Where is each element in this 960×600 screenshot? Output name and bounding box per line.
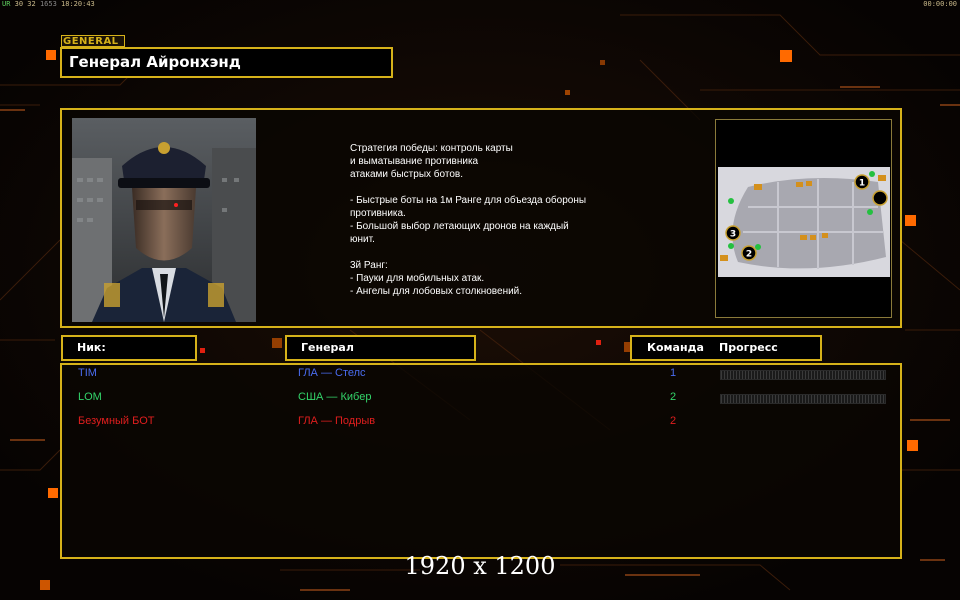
frame-readout: 1653: [39, 0, 57, 8]
clock-readout: 18:20:43: [61, 0, 95, 8]
status-bar: UR 30 32 1653 18:20:43: [2, 0, 95, 8]
player-progress-bar: [720, 370, 886, 380]
player-nick: LOM: [78, 391, 102, 403]
player-row: Безумный БОТ ГЛА — Подрыв 2: [0, 415, 960, 429]
minimap-image: 1 2 3: [718, 167, 890, 277]
player-nick: TIM: [78, 367, 97, 379]
player-nick: Безумный БОТ: [78, 415, 155, 427]
general-portrait: [72, 118, 256, 322]
player-general: ГЛА — Подрыв: [298, 415, 376, 427]
start-position-2: 2: [746, 250, 752, 260]
general-tag: GENERAL: [61, 35, 125, 47]
player-row: TIM ГЛА — Стелс 1: [0, 367, 960, 381]
column-header-team-progress: Команда Прогресс: [630, 335, 822, 361]
player-team: 2: [670, 391, 677, 403]
column-header-team: Команда: [647, 341, 704, 354]
column-header-nick: Ник:: [61, 335, 197, 361]
player-team: 1: [670, 367, 677, 379]
player-progress-bar: [720, 394, 886, 404]
start-position-1: 1: [859, 179, 865, 189]
player-team: 2: [670, 415, 677, 427]
column-header-progress: Прогресс: [719, 341, 778, 354]
fps-readout: 30 32: [14, 0, 36, 8]
column-header-general: Генерал: [285, 335, 476, 361]
general-name-title: Генерал Айронхэнд: [60, 47, 393, 78]
start-position-3: 3: [730, 230, 736, 240]
game-timer: 00:00:00: [923, 0, 957, 8]
player-general: США — Кибер: [298, 391, 372, 403]
player-row: LOM США — Кибер 2: [0, 391, 960, 405]
resolution-label: 1920 x 1200: [404, 552, 556, 580]
map-preview[interactable]: 1 2 3: [715, 119, 892, 318]
player-general: ГЛА — Стелс: [298, 367, 366, 379]
status-code: UR: [2, 0, 11, 8]
general-description: Стратегия победы: контроль карты и вымат…: [350, 143, 587, 297]
